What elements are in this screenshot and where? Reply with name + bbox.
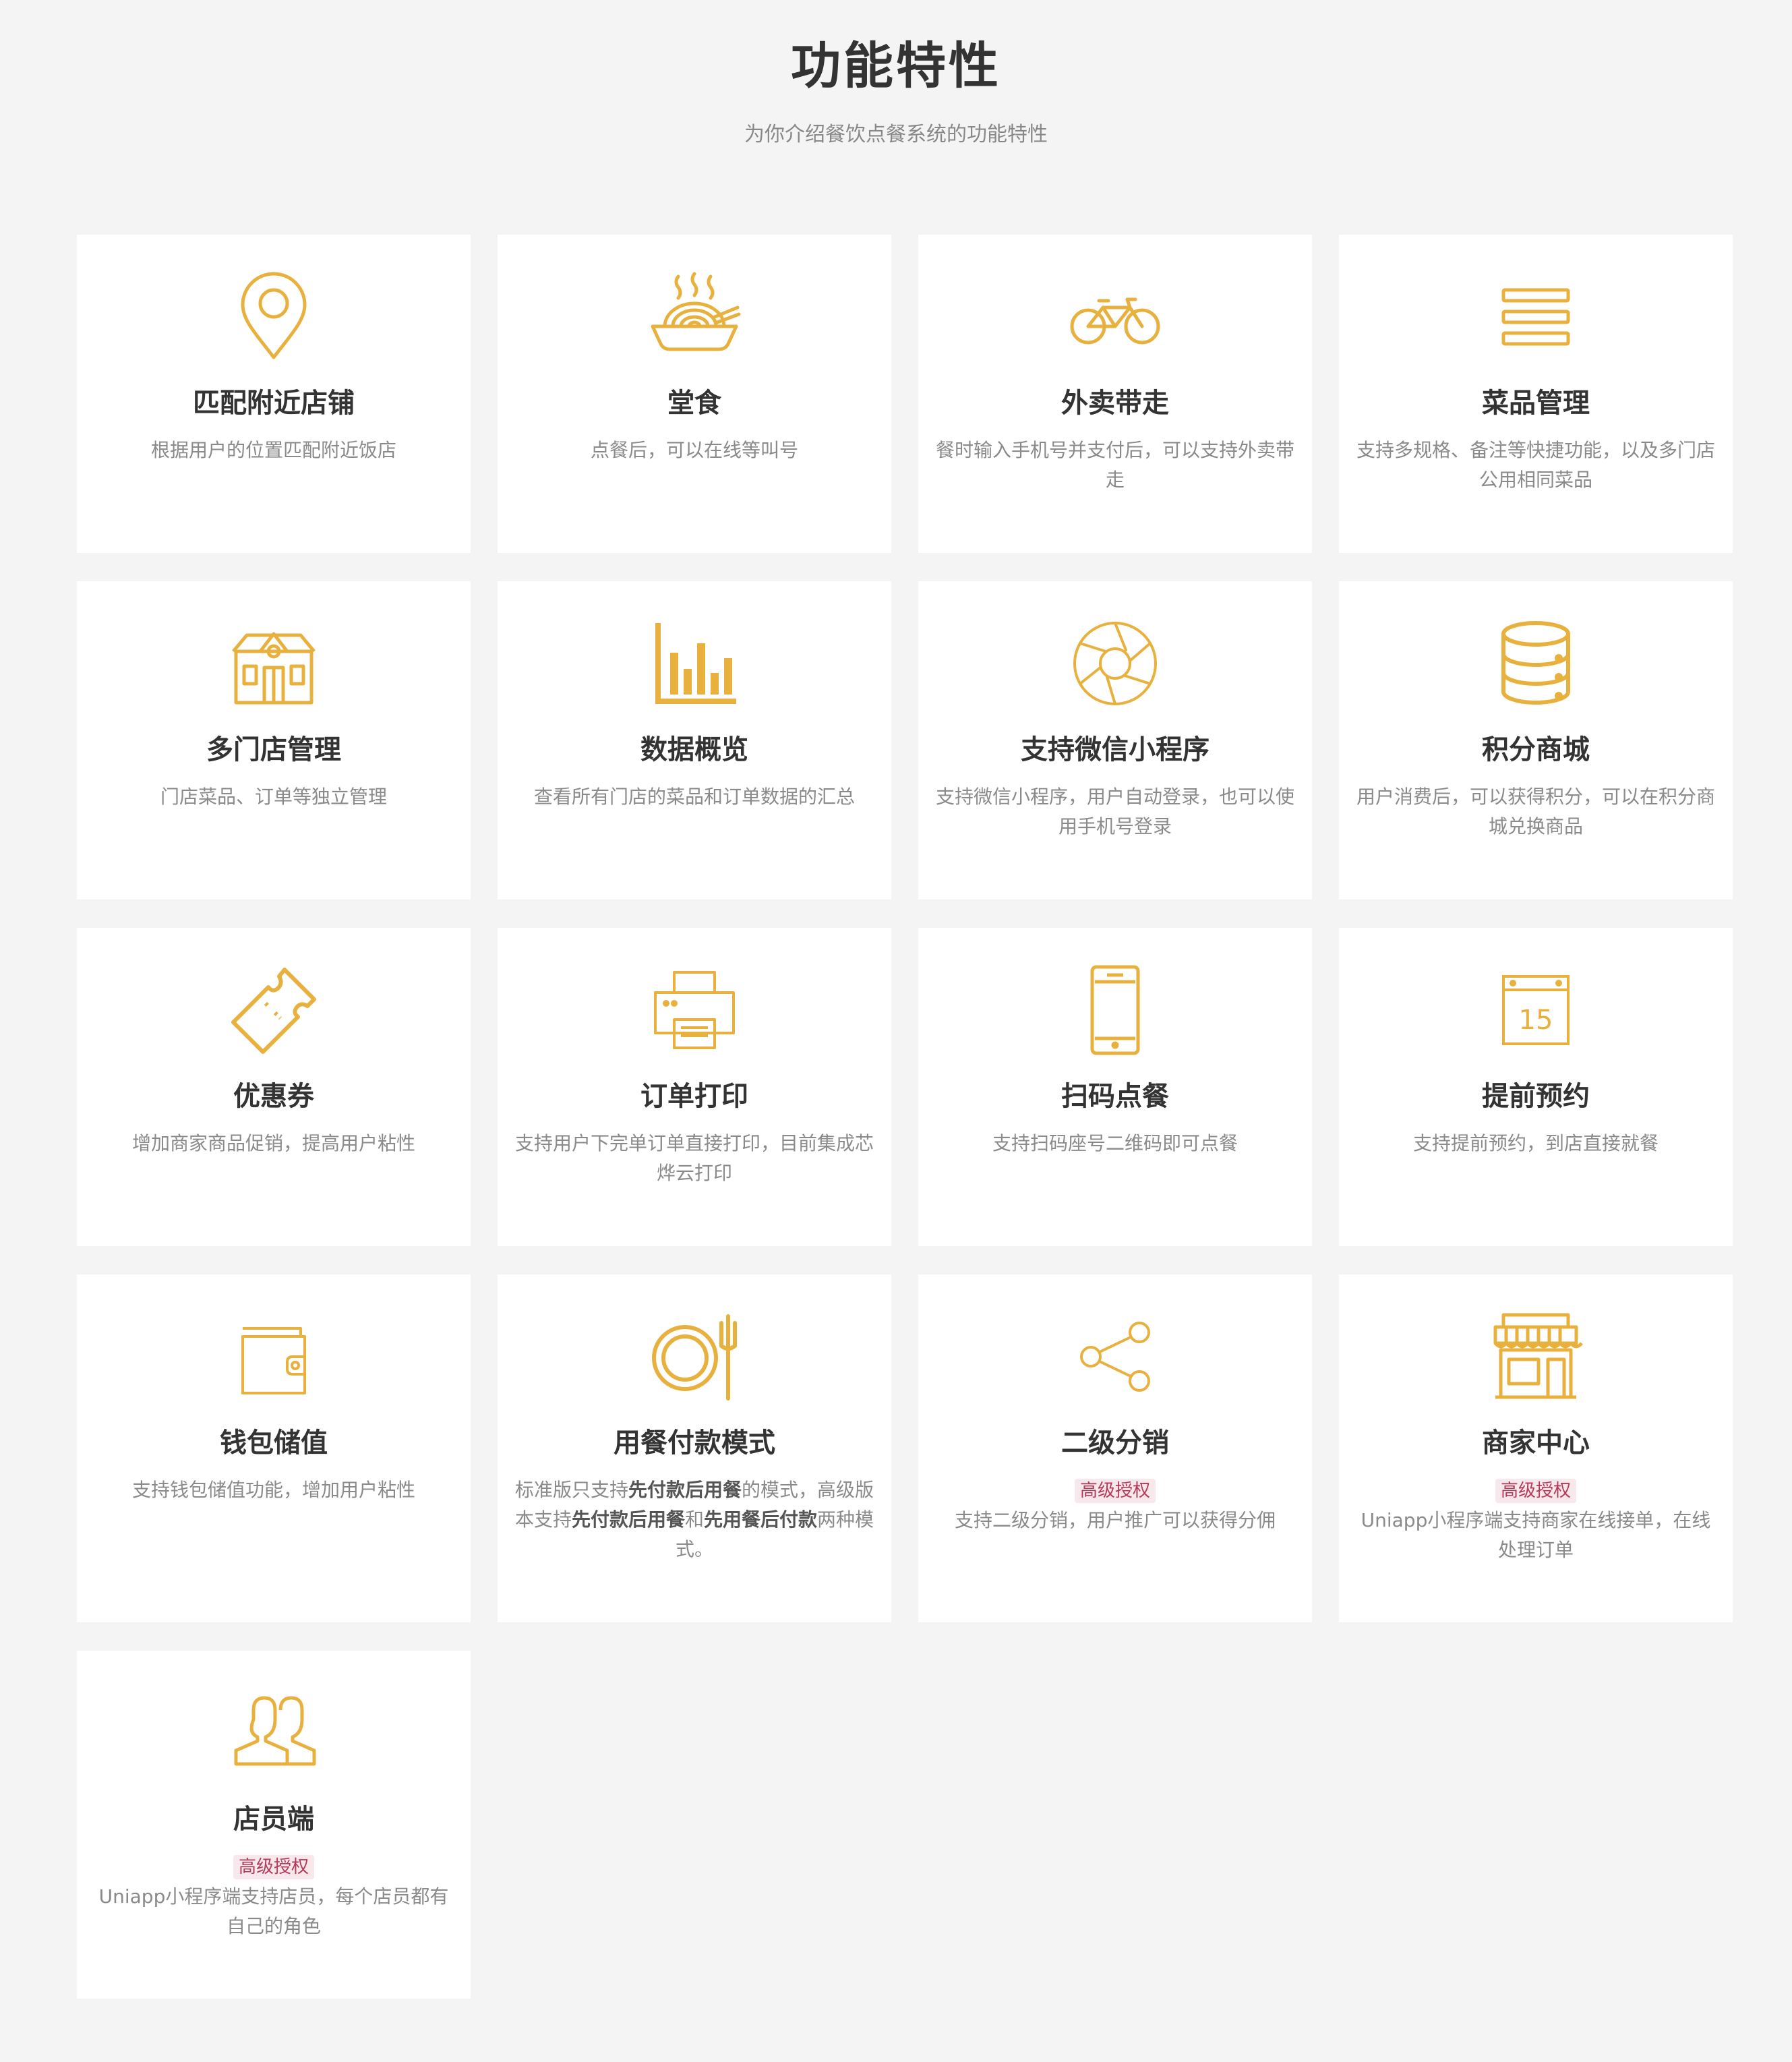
premium-badge: 高级授权 — [1495, 1479, 1576, 1503]
desc-text: 标准版只支持 — [514, 1479, 628, 1501]
feature-desc: 高级授权 Uniapp小程序端支持商家在线接单，在线处理订单 — [1355, 1475, 1716, 1565]
feature-card-wechat-miniprogram: 支持微信小程序 支持微信小程序，用户自动登录，也可以使用手机号登录 — [918, 581, 1312, 900]
desc-text: Uniapp小程序端支持商家在线接单，在线处理订单 — [1361, 1509, 1711, 1561]
desc-highlight: 先付款后用餐 — [628, 1479, 742, 1501]
storefront-icon — [1339, 1309, 1733, 1404]
feature-desc: 门店菜品、订单等独立管理 — [160, 786, 387, 808]
calendar-day: 15 — [1519, 1005, 1553, 1036]
bar-chart-icon — [498, 616, 891, 711]
feature-card-points-mall: 积分商城 用户消费后，可以获得积分，可以在积分商城兑换商品 — [1339, 581, 1733, 900]
page-subtitle: 为你介绍餐饮点餐系统的功能特性 — [744, 123, 1048, 146]
feature-title: 堂食 — [667, 388, 721, 419]
feature-desc: 用户消费后，可以获得积分，可以在积分商城兑换商品 — [1356, 786, 1715, 837]
feature-desc: 高级授权 支持二级分销，用户推广可以获得分佣 — [934, 1475, 1296, 1535]
wallet-icon — [77, 1309, 471, 1404]
desc-highlight: 先用餐后付款 — [704, 1508, 818, 1531]
noodle-bowl-icon — [498, 270, 891, 364]
feature-card-distribution: 二级分销 高级授权 支持二级分销，用户推广可以获得分佣 — [918, 1274, 1312, 1622]
feature-desc: 点餐后，可以在线等叫号 — [590, 439, 798, 461]
feature-desc: 支持提前预约，到店直接就餐 — [1412, 1132, 1659, 1154]
feature-card-merchant-center: 商家中心 高级授权 Uniapp小程序端支持商家在线接单，在线处理订单 — [1339, 1274, 1733, 1622]
premium-badge: 高级授权 — [233, 1855, 314, 1879]
feature-title: 积分商城 — [1482, 734, 1590, 765]
users-icon — [77, 1686, 471, 1780]
feature-card-data-overview: 数据概览 查看所有门店的菜品和订单数据的汇总 — [498, 581, 891, 900]
feature-card-reservation: 15 提前预约 支持提前预约，到店直接就餐 — [1339, 928, 1733, 1246]
printer-icon — [498, 963, 891, 1057]
list-bars-icon — [1339, 270, 1733, 364]
feature-card-menu-management: 菜品管理 支持多规格、备注等快捷功能，以及多门店公用相同菜品 — [1339, 235, 1733, 553]
page-title: 功能特性 — [791, 37, 1001, 95]
feature-desc: 餐时输入手机号并支付后，可以支持外卖带走 — [935, 439, 1294, 491]
desc-text: 和 — [684, 1508, 704, 1531]
feature-desc: 支持微信小程序，用户自动登录，也可以使用手机号登录 — [935, 786, 1294, 837]
feature-title: 数据概览 — [640, 734, 748, 765]
feature-desc: 支持钱包储值功能，增加用户粘性 — [131, 1479, 415, 1501]
feature-card-coupon: 优惠券 增加商家商品促销，提高用户粘性 — [77, 928, 471, 1246]
feature-title: 钱包储值 — [220, 1427, 328, 1459]
feature-title: 外卖带走 — [1061, 388, 1169, 419]
feature-desc: 根据用户的位置匹配附近饭店 — [150, 439, 396, 461]
calendar-icon: 15 — [1339, 963, 1733, 1057]
feature-card-nearby-stores: 匹配附近店铺 根据用户的位置匹配附近饭店 — [77, 235, 471, 553]
feature-card-wallet: 钱包储值 支持钱包储值功能，增加用户粘性 — [77, 1274, 471, 1622]
feature-title: 店员端 — [233, 1804, 314, 1835]
feature-desc: 高级授权 Uniapp小程序端支持店员，每个店员都有自己的角色 — [93, 1852, 454, 1941]
desc-text: Uniapp小程序端支持店员，每个店员都有自己的角色 — [98, 1885, 449, 1937]
feature-card-order-printing: 订单打印 支持用户下完单订单直接打印，目前集成芯烨云打印 — [498, 928, 891, 1246]
database-icon — [1339, 616, 1733, 711]
ticket-icon — [77, 963, 471, 1057]
feature-title: 用餐付款模式 — [614, 1427, 775, 1459]
aperture-icon — [918, 616, 1312, 711]
feature-desc: 查看所有门店的菜品和订单数据的汇总 — [533, 786, 855, 808]
feature-desc: 标准版只支持先付款后用餐的模式，高级版本支持先付款后用餐和先用餐后付款两种模式。 — [514, 1475, 875, 1564]
feature-title: 支持微信小程序 — [1021, 734, 1209, 765]
feature-card-payment-mode: 用餐付款模式 标准版只支持先付款后用餐的模式，高级版本支持先付款后用餐和先用餐后… — [498, 1274, 891, 1622]
feature-card-staff: 店员端 高级授权 Uniapp小程序端支持店员，每个店员都有自己的角色 — [77, 1651, 471, 1999]
feature-title: 菜品管理 — [1482, 388, 1590, 419]
plate-fork-icon — [498, 1309, 891, 1404]
feature-desc: 支持用户下完单订单直接打印，目前集成芯烨云打印 — [514, 1132, 874, 1184]
bicycle-icon — [918, 270, 1312, 364]
feature-card-multi-store: 多门店管理 门店菜品、订单等独立管理 — [77, 581, 471, 900]
feature-title: 提前预约 — [1482, 1081, 1590, 1112]
feature-desc: 支持多规格、备注等快捷功能，以及多门店公用相同菜品 — [1356, 439, 1715, 491]
desc-highlight: 先付款后用餐 — [571, 1508, 685, 1531]
feature-title: 二级分销 — [1061, 1427, 1169, 1459]
feature-card-dine-in: 堂食 点餐后，可以在线等叫号 — [498, 235, 891, 553]
feature-title: 订单打印 — [640, 1081, 748, 1112]
feature-title: 匹配附近店铺 — [193, 388, 355, 419]
premium-badge: 高级授权 — [1074, 1479, 1156, 1503]
feature-card-takeaway: 外卖带走 餐时输入手机号并支付后，可以支持外卖带走 — [918, 235, 1312, 553]
feature-title: 商家中心 — [1482, 1427, 1590, 1459]
house-icon — [77, 616, 471, 711]
feature-desc: 增加商家商品促销，提高用户粘性 — [131, 1132, 415, 1154]
phone-icon — [918, 963, 1312, 1057]
feature-title: 优惠券 — [233, 1081, 314, 1112]
feature-desc: 支持扫码座号二维码即可点餐 — [992, 1132, 1238, 1154]
share-icon — [918, 1309, 1312, 1404]
feature-title: 扫码点餐 — [1061, 1081, 1169, 1112]
location-pin-icon — [77, 270, 471, 364]
desc-text: 支持二级分销，用户推广可以获得分佣 — [954, 1509, 1276, 1531]
feature-title: 多门店管理 — [206, 734, 341, 765]
feature-card-scan-to-order: 扫码点餐 支持扫码座号二维码即可点餐 — [918, 928, 1312, 1246]
